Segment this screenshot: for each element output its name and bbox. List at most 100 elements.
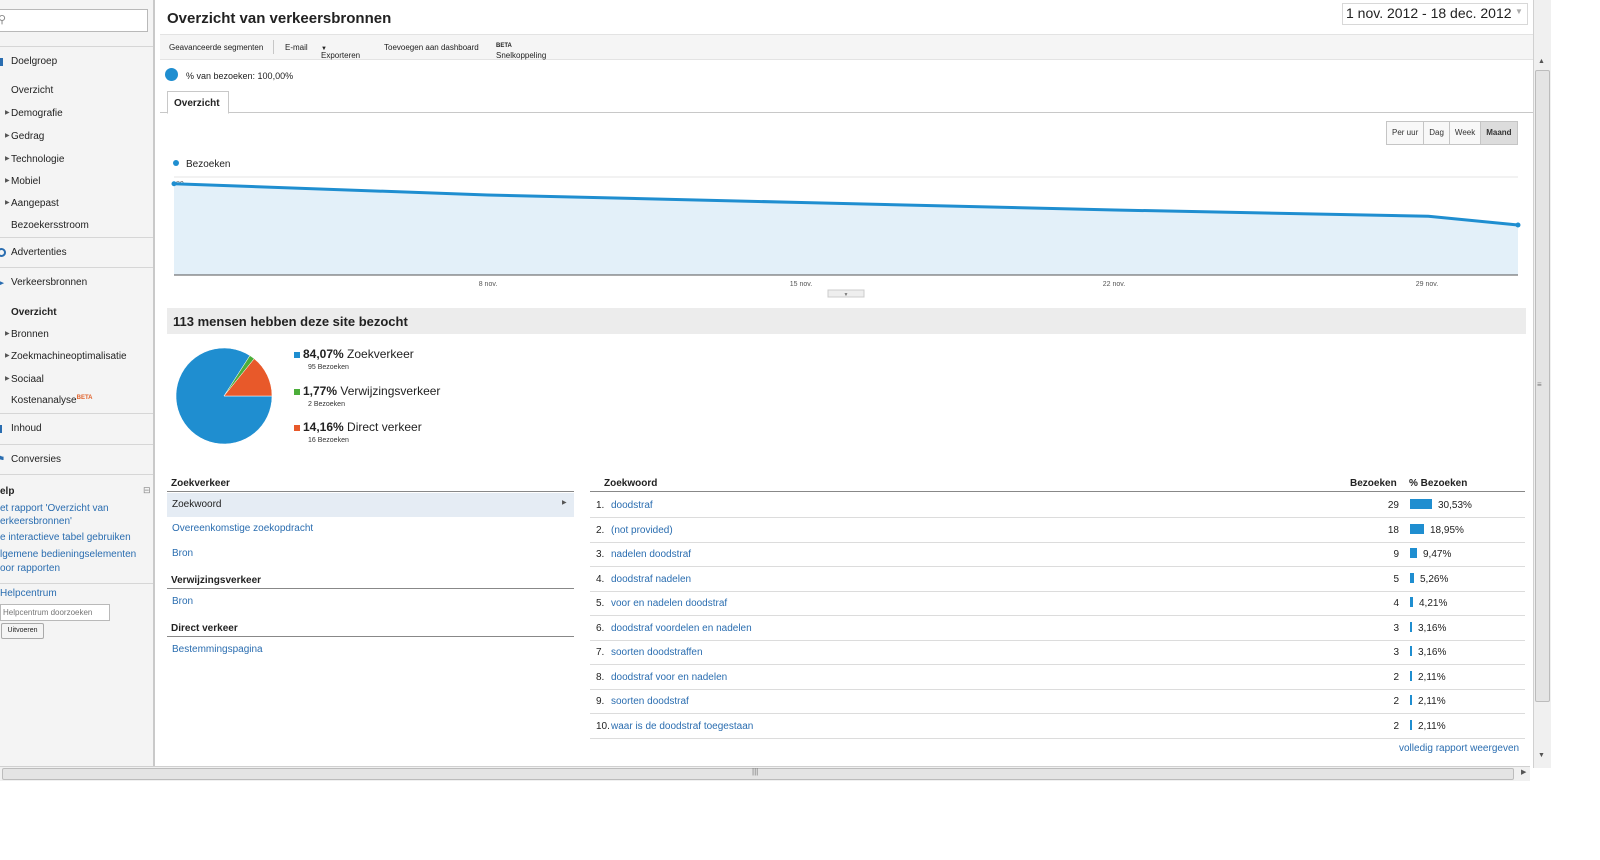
legend-sub: 16 Bezoeken (308, 437, 349, 444)
sidebar-item-zoekmachineoptimalisatie[interactable]: Zoekmachineoptimalisatie (11, 351, 127, 362)
search-traffic-heading: Zoekverkeer (171, 478, 230, 489)
col-header-zoekwoord[interactable]: Zoekwoord (604, 478, 657, 489)
divider (590, 491, 1525, 492)
helpcentrum-search-input[interactable] (0, 604, 110, 621)
visits-value: 3 (1393, 647, 1399, 658)
row-index: 5. (596, 598, 605, 609)
pct-bar (1410, 597, 1413, 607)
table-row: 1. doodstraf 29 30,53% (590, 493, 1525, 518)
help-title: elp (0, 486, 15, 497)
expand-arrow-icon: ▶ (5, 376, 10, 382)
grip-icon: ||| (752, 767, 759, 776)
legend-pct: 84,07% (303, 347, 344, 361)
pct-bar (1410, 695, 1412, 705)
help-link-controls-2[interactable]: oor rapporten (0, 563, 60, 574)
dimension-referral-bron[interactable]: Bron (172, 596, 193, 607)
collapse-icon[interactable]: ⊟ (143, 485, 151, 496)
x-tick-label: 8 nov. (479, 281, 498, 288)
selected-row-highlight (167, 493, 574, 517)
scroll-up-icon[interactable]: ▲ (1538, 58, 1545, 65)
pct-bar (1410, 572, 1414, 583)
table-row: 3. nadelen doodstraf 9 9,47% (590, 542, 1525, 567)
pct-value: 3,16% (1418, 647, 1447, 658)
pct-bar (1410, 621, 1412, 632)
full-report-link[interactable]: volledig rapport weergeven (1399, 743, 1519, 754)
dimension-bron[interactable]: Bron (172, 548, 193, 559)
divider (0, 474, 153, 475)
visits-value: 9 (1393, 549, 1399, 560)
keyword-link[interactable]: waar is de doodstraf toegestaan (611, 721, 753, 732)
help-link-report[interactable]: et rapport 'Overzicht van (0, 503, 109, 514)
referral-heading: Verwijzingsverkeer (171, 575, 262, 586)
row-index: 3. (596, 549, 605, 560)
execute-button[interactable]: Uitvoeren (1, 623, 44, 639)
visits-value: 2 (1393, 696, 1399, 707)
visits-chart: Bezoeken 80 40 8 nov. 15 nov. 22 nov. 29… (171, 159, 1521, 298)
legend-direct-verkeer: 14,16% Direct verkeer (294, 420, 422, 434)
legend-label-bezoeken: Bezoeken (186, 159, 230, 170)
table-row: 10. waar is de doodstraf toegestaan 2 2,11% (590, 714, 1525, 739)
table-row: 7. soorten doodstraffen 3 3,16% (590, 640, 1525, 665)
grip-icon: ≡ (1537, 380, 1542, 389)
keyword-link[interactable]: soorten doodstraffen (611, 647, 703, 658)
help-link-controls[interactable]: lgemene bedieningselementen (0, 549, 136, 560)
visits-value: 29 (1387, 500, 1399, 511)
legend-dot (173, 160, 179, 166)
visits-value: 18 (1387, 524, 1399, 536)
row-index: 4. (596, 573, 605, 585)
direct-heading: Direct verkeer (171, 623, 238, 634)
legend-swatch (294, 424, 300, 431)
keyword-link[interactable]: doodstraf nadelen (611, 574, 691, 585)
visits-value: 3 (1393, 622, 1399, 634)
pct-bar (1410, 646, 1412, 656)
help-link-table[interactable]: e interactieve tabel gebruiken (0, 532, 131, 543)
keyword-link[interactable]: doodstraf voordelen en nadelen (611, 623, 752, 634)
pct-value: 2,11% (1418, 720, 1446, 732)
row-index: 2. (596, 524, 605, 536)
expand-arrow-icon: ▶ (5, 353, 10, 359)
sidebar-item-kostenanalyse-label: Kostenanalyse (11, 395, 77, 406)
helpcentrum-link[interactable]: Helpcentrum (0, 588, 57, 599)
legend-label: Zoekverkeer (347, 347, 414, 361)
pct-value: 2,11% (1418, 696, 1446, 707)
keyword-link[interactable]: doodstraf (611, 500, 653, 511)
keyword-link[interactable]: doodstraf voor en nadelen (611, 672, 727, 683)
data-point[interactable] (1515, 222, 1521, 228)
sidebar-item-sociaal[interactable]: Sociaal (11, 374, 44, 385)
sidebar-section-conversies[interactable]: ⚑ Conversies (0, 444, 153, 475)
divider (167, 588, 574, 589)
sidebar-item-bronnen[interactable]: Bronnen (11, 329, 49, 340)
legend-swatch (294, 351, 300, 358)
legend-swatch (294, 388, 300, 395)
sidebar-item-kostenanalyse[interactable]: KostenanalyseBETA (11, 395, 93, 406)
legend-pct: 14,16% (303, 420, 344, 434)
scroll-right-icon[interactable]: ▶ (1521, 768, 1526, 776)
row-index: 9. (596, 696, 605, 707)
keyword-link[interactable]: voor en nadelen doodstraf (611, 598, 727, 609)
dimension-overeenkomstige-zoekopdracht[interactable]: Overeenkomstige zoekopdracht (172, 523, 313, 534)
table-row: 4. doodstraf nadelen 5 5,26% (590, 567, 1525, 592)
help-link-report-2[interactable]: erkeersbronnen' (0, 516, 72, 527)
legend-sub: 95 Bezoeken (308, 364, 349, 371)
series-area (174, 183, 1518, 275)
keyword-link[interactable]: soorten doodstraf (611, 696, 689, 707)
data-point[interactable] (171, 181, 177, 187)
keyword-link[interactable]: (not provided) (611, 525, 673, 536)
dimension-bestemmingspagina[interactable]: Bestemmingspagina (172, 644, 263, 655)
col-header-bezoeken[interactable]: Bezoeken (1350, 478, 1397, 489)
pct-bar (1410, 719, 1412, 730)
legend-label: Direct verkeer (347, 420, 422, 434)
x-tick-label: 29 nov. (1416, 281, 1438, 288)
legend-verwijzingsverkeer: 1,77% Verwijzingsverkeer (294, 384, 440, 398)
pct-value: 4,21% (1419, 598, 1448, 609)
keyword-link[interactable]: nadelen doodstraf (611, 549, 691, 560)
col-header-pct-bezoeken[interactable]: % Bezoeken (1409, 478, 1467, 489)
scroll-down-icon[interactable]: ▼ (1538, 752, 1545, 759)
legend-zoekverkeer: 84,07% Zoekverkeer (294, 347, 414, 361)
divider (0, 583, 153, 584)
sidebar-item-verkeer-overzicht[interactable]: Overzicht (11, 307, 57, 318)
beta-badge: BETA (76, 395, 93, 401)
sidebar-section-inhoud[interactable]: Inhoud (0, 413, 153, 444)
dimension-zoekwoord[interactable]: Zoekwoord (172, 499, 221, 510)
x-tick-label: 15 nov. (790, 281, 812, 288)
